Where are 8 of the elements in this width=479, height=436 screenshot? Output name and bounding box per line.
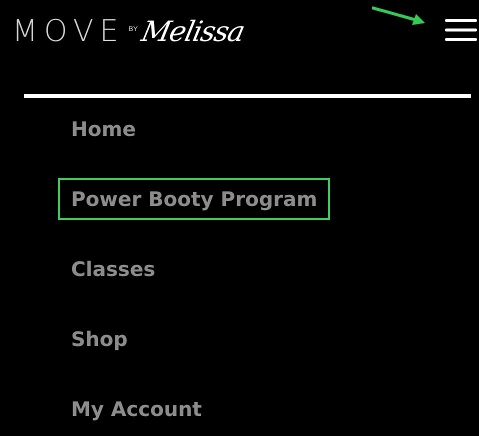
menu-icon[interactable] (445, 18, 477, 42)
menu-link[interactable]: Home (58, 108, 149, 150)
menu-link[interactable]: Power Booty Program (58, 178, 330, 220)
menu-link[interactable]: Classes (58, 248, 168, 290)
logo-script-text: Melissa (138, 18, 246, 46)
logo-wordmark: MOVE (12, 17, 124, 47)
menu-link[interactable]: Shop (58, 318, 141, 360)
menu-link[interactable]: My Account (58, 388, 215, 430)
